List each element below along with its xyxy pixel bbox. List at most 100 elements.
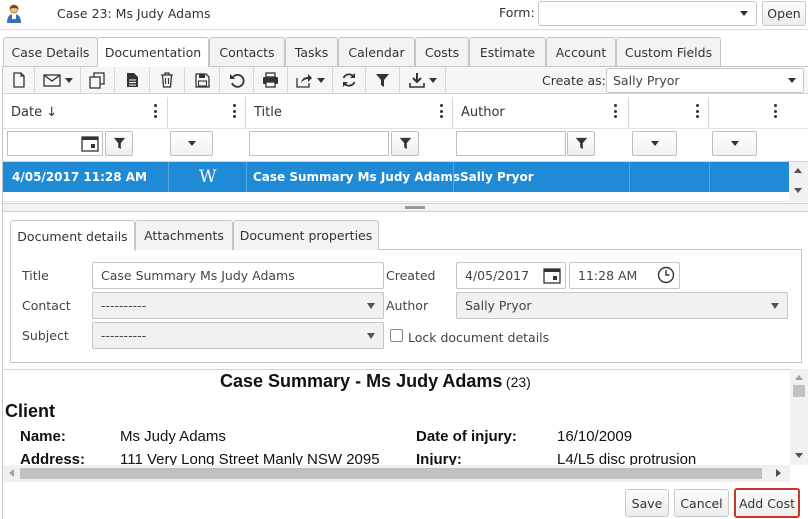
- scroll-down-icon[interactable]: [794, 188, 802, 193]
- delete-button[interactable]: [150, 67, 185, 93]
- column-menu-icon[interactable]: [774, 104, 777, 118]
- scroll-up-icon[interactable]: [795, 375, 803, 380]
- title-filter-input[interactable]: [249, 131, 389, 156]
- client-avatar-icon: [6, 4, 22, 24]
- col-header-extra-2[interactable]: [709, 97, 789, 128]
- tab-document-properties[interactable]: Document properties: [233, 220, 379, 250]
- copy-button[interactable]: [81, 67, 115, 93]
- undo-button[interactable]: [220, 67, 254, 93]
- column-menu-icon[interactable]: [154, 104, 157, 118]
- author-filter-input[interactable]: [456, 131, 566, 156]
- calendar-icon[interactable]: [543, 266, 561, 284]
- type-filter-select[interactable]: [170, 131, 213, 156]
- column-menu-icon[interactable]: [440, 104, 443, 118]
- scroll-down-icon[interactable]: [795, 453, 803, 458]
- create-as-label: Create as:: [542, 73, 606, 88]
- chevron-down-icon: [730, 141, 739, 146]
- tab-tasks[interactable]: Tasks: [285, 37, 338, 66]
- download-button[interactable]: [400, 67, 446, 93]
- scroll-thumb[interactable]: [20, 468, 762, 479]
- filter-toolbar-button[interactable]: [366, 67, 400, 93]
- clock-icon[interactable]: [657, 266, 675, 284]
- title-filter-button[interactable]: [391, 131, 419, 156]
- filter-icon: [113, 137, 126, 150]
- save-toolbar-button[interactable]: [185, 67, 220, 93]
- scroll-thumb[interactable]: [793, 385, 805, 397]
- preview-address-value: 111 Very Long Street Manly NSW 2095: [120, 451, 380, 465]
- email-icon: [42, 73, 61, 87]
- tab-contacts[interactable]: Contacts: [209, 37, 285, 66]
- created-date-value: 4/05/2017: [465, 268, 530, 283]
- form-label: Form:: [499, 5, 535, 20]
- col-header-title[interactable]: Title: [246, 97, 453, 128]
- contact-select[interactable]: ----------: [92, 292, 384, 319]
- extra-filter-select-2[interactable]: [712, 131, 757, 156]
- chevron-down-icon: [187, 141, 196, 146]
- col-header-author[interactable]: Author: [453, 97, 629, 128]
- contact-value: ----------: [101, 298, 147, 313]
- tab-account[interactable]: Account: [546, 37, 616, 66]
- col-title-label: Title: [254, 105, 282, 120]
- refresh-button[interactable]: [333, 67, 366, 93]
- preview-address-label: Address:: [20, 451, 86, 465]
- tab-documentation[interactable]: Documentation: [97, 37, 209, 67]
- email-button[interactable]: [35, 67, 81, 93]
- new-document-button[interactable]: [4, 67, 35, 93]
- share-button[interactable]: [288, 67, 333, 93]
- splitter[interactable]: [3, 203, 808, 212]
- cancel-button[interactable]: Cancel: [674, 489, 729, 517]
- document-button[interactable]: [115, 67, 150, 93]
- form-select[interactable]: [538, 1, 757, 26]
- extra-filter-select-1[interactable]: [632, 131, 677, 156]
- add-cost-button[interactable]: Add Cost: [734, 488, 800, 518]
- author-value: Sally Pryor: [465, 298, 532, 313]
- grid-scrollbar[interactable]: [789, 162, 808, 202]
- save-button[interactable]: Save: [625, 489, 669, 517]
- tab-calendar[interactable]: Calendar: [338, 37, 415, 66]
- row-divider: [709, 162, 710, 192]
- table-row[interactable]: 4/05/2017 11:28 AM W Case Summary Ms Jud…: [3, 162, 789, 192]
- column-menu-icon[interactable]: [696, 104, 699, 118]
- filter-icon: [399, 137, 412, 150]
- print-icon: [262, 72, 279, 88]
- word-document-icon: W: [199, 167, 217, 187]
- row-divider: [168, 162, 169, 192]
- tab-attachments[interactable]: Attachments: [135, 220, 233, 250]
- subject-label: Subject: [22, 328, 69, 343]
- column-menu-icon[interactable]: [614, 104, 617, 118]
- chevron-down-icon: [740, 11, 748, 16]
- preview-vertical-scrollbar[interactable]: [790, 369, 808, 465]
- column-menu-icon[interactable]: [233, 104, 236, 118]
- tab-custom-fields[interactable]: Custom Fields: [616, 37, 721, 66]
- chevron-down-icon: [367, 303, 375, 309]
- calendar-icon[interactable]: [81, 134, 99, 152]
- tab-estimate[interactable]: Estimate: [469, 37, 546, 66]
- author-filter-button[interactable]: [567, 131, 595, 156]
- open-button[interactable]: Open: [762, 1, 806, 26]
- scroll-right-icon[interactable]: [776, 469, 781, 477]
- tab-document-details[interactable]: Document details: [10, 220, 135, 251]
- document-preview: Case Summary - Ms Judy Adams (23) Client…: [3, 369, 790, 465]
- tab-costs[interactable]: Costs: [415, 37, 469, 66]
- preview-heading: Case Summary - Ms Judy Adams (23): [220, 371, 531, 392]
- date-filter-button[interactable]: [105, 131, 133, 156]
- splitter-handle[interactable]: [405, 206, 425, 209]
- title-field[interactable]: Case Summary Ms Judy Adams: [92, 262, 384, 289]
- download-icon: [408, 72, 425, 88]
- row-divider: [246, 162, 247, 192]
- row-title: Case Summary Ms Judy Adams: [253, 170, 461, 184]
- chevron-down-icon: [771, 303, 779, 309]
- subject-select[interactable]: ----------: [92, 322, 384, 349]
- create-as-select[interactable]: Sally Pryor: [606, 68, 804, 93]
- refresh-icon: [341, 72, 357, 88]
- print-button[interactable]: [254, 67, 288, 93]
- col-header-date[interactable]: Date ↓: [3, 97, 168, 128]
- tab-case-details[interactable]: Case Details: [3, 37, 98, 66]
- lock-checkbox[interactable]: [390, 329, 403, 342]
- scroll-left-icon[interactable]: [9, 469, 14, 477]
- preview-name-value: Ms Judy Adams: [120, 428, 226, 445]
- scroll-up-icon[interactable]: [794, 168, 802, 173]
- title-label: Title: [22, 268, 49, 283]
- preview-horizontal-scrollbar[interactable]: [3, 465, 790, 482]
- author-select[interactable]: Sally Pryor: [456, 292, 788, 319]
